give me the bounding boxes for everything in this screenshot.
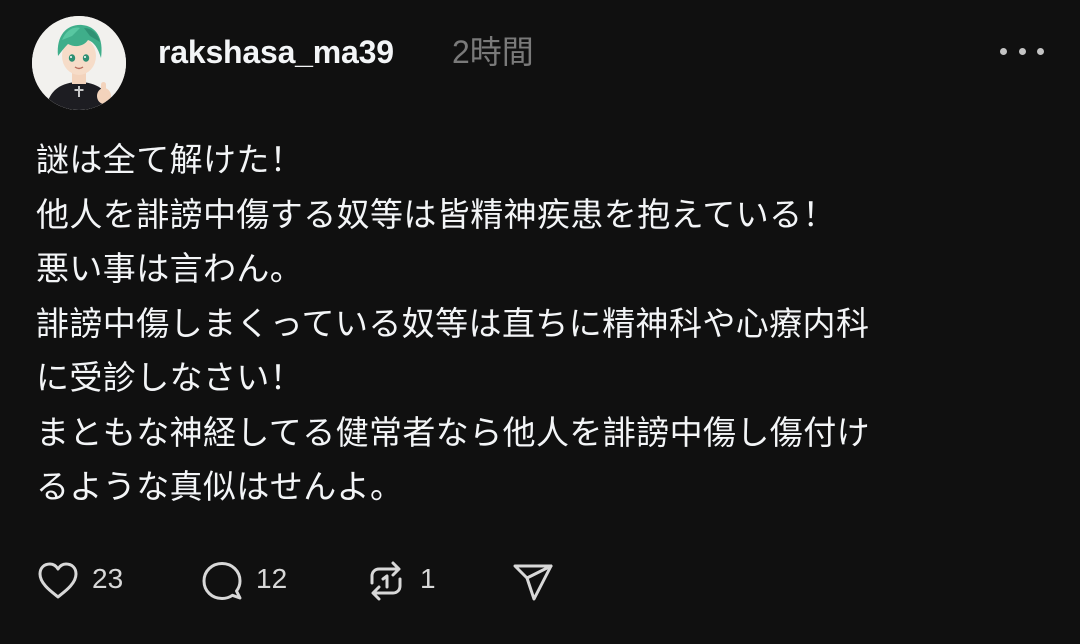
- post-timestamp: 2時間: [452, 34, 534, 70]
- more-horizontal-icon-dot: [1018, 47, 1026, 55]
- repost-button[interactable]: 1: [362, 556, 436, 606]
- heart-icon: [38, 562, 78, 599]
- reply-button[interactable]: 12: [198, 556, 287, 606]
- repost-icon: [370, 561, 402, 601]
- avatar[interactable]: [32, 16, 126, 110]
- send-icon: [513, 564, 553, 601]
- post-text-line: 他人を誹謗中傷する奴等は皆精神疾患を抱えている！: [36, 194, 836, 234]
- like-count: 23: [92, 563, 124, 594]
- more-horizontal-icon: [1000, 47, 1007, 55]
- post-text-line: 悪い事は言わん。: [36, 249, 304, 288]
- post-text-line: に受診しなさい！: [36, 358, 304, 397]
- share-button[interactable]: [508, 556, 556, 606]
- reply-count: 12: [256, 563, 288, 594]
- post-text-line: 誹謗中傷しまくっている奴等は直ちに精神科や心療内科: [36, 303, 870, 343]
- more-horizontal-icon-dot: [1037, 47, 1044, 55]
- comment-bubble-icon: [202, 562, 242, 600]
- avatar-illustration: [32, 16, 126, 110]
- like-button[interactable]: 23: [34, 556, 123, 606]
- username[interactable]: rakshasa_ma39: [158, 30, 394, 74]
- repost-count: 1: [420, 563, 436, 594]
- post-text-line: まともな神経してる健常者なら他人を誹謗中傷し傷付け: [36, 412, 871, 452]
- post-text-line: 謎は全て解けた！: [36, 140, 304, 179]
- post-body: 謎は全て解けた！ 他人を誹謗中傷する奴等は皆精神疾患を抱えている！ 悪い事は言わ…: [36, 133, 1056, 515]
- post-text-line: るような真似はせんよ。: [36, 467, 404, 506]
- more-options-button[interactable]: [1000, 36, 1044, 66]
